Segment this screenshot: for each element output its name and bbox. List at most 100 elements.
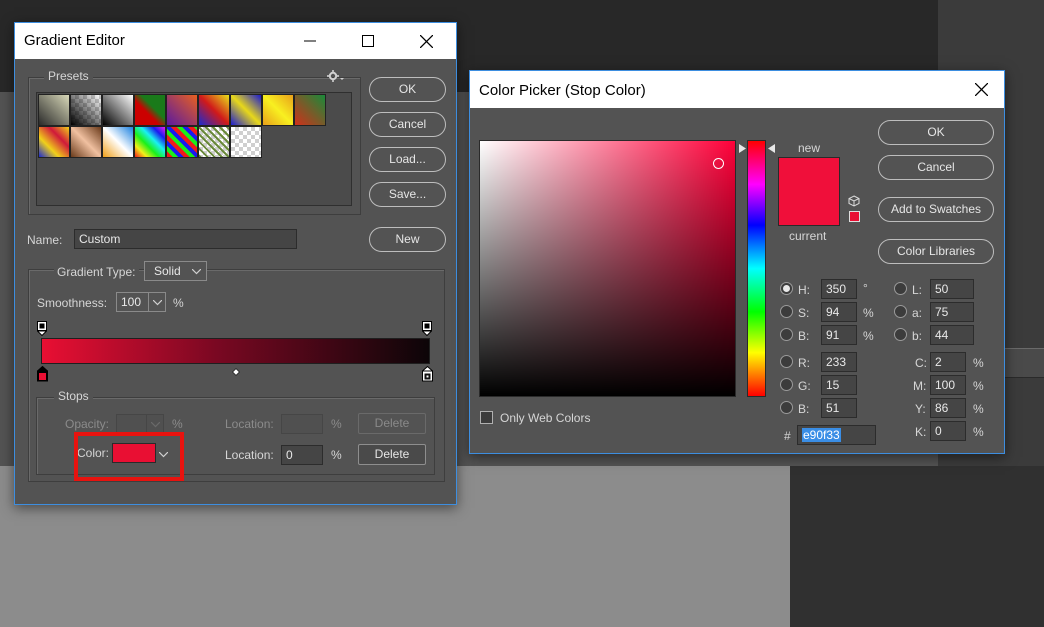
chevron-down-icon xyxy=(192,269,201,275)
magenta-input[interactable]: 100 xyxy=(930,375,966,395)
close-button[interactable] xyxy=(958,71,1004,108)
cancel-button[interactable]: Cancel xyxy=(878,155,994,180)
brightness-radio[interactable] xyxy=(780,328,793,341)
preset-swatch[interactable] xyxy=(166,94,198,126)
minimize-button[interactable] xyxy=(287,23,333,59)
hex-input[interactable]: e90f33 xyxy=(797,425,876,445)
current-color-swatch[interactable] xyxy=(778,191,840,226)
color-stop-marker-icon xyxy=(421,365,434,382)
cyan-label: C: xyxy=(915,356,927,370)
red-input[interactable]: 233 xyxy=(821,352,857,372)
color-field-cursor[interactable] xyxy=(713,158,724,169)
b-channel-radio[interactable] xyxy=(894,328,907,341)
add-to-swatches-button[interactable]: Add to Swatches xyxy=(878,197,994,222)
color-libraries-button[interactable]: Color Libraries xyxy=(878,239,994,264)
gradient-type-select[interactable]: Solid xyxy=(144,261,207,281)
hue-slider-left-arrow-icon[interactable] xyxy=(739,144,746,153)
red-label: R: xyxy=(798,356,810,370)
color-picker-titlebar[interactable]: Color Picker (Stop Color) xyxy=(470,71,1004,108)
saturation-brightness-field[interactable] xyxy=(479,140,736,397)
close-button[interactable] xyxy=(403,23,449,59)
a-channel-label: a: xyxy=(912,306,923,320)
save-button[interactable]: Save... xyxy=(369,182,446,207)
preset-swatch[interactable] xyxy=(198,126,230,158)
cube-icon xyxy=(848,195,860,207)
preset-swatch[interactable] xyxy=(230,94,262,126)
gradient-midpoint-diamond[interactable] xyxy=(231,365,241,377)
current-color-label: current xyxy=(789,229,827,243)
preset-swatch[interactable] xyxy=(70,94,102,126)
preset-swatch[interactable] xyxy=(102,126,134,158)
green-radio[interactable] xyxy=(780,378,793,391)
preset-swatch[interactable] xyxy=(262,94,294,126)
brightness-label: B: xyxy=(798,329,810,343)
yellow-input[interactable]: 86 xyxy=(930,398,966,418)
smoothness-value: 100 xyxy=(121,295,142,309)
a-channel-radio[interactable] xyxy=(894,305,907,318)
highlight-box xyxy=(74,432,184,481)
magenta-unit: % xyxy=(973,379,984,393)
color-stop-right[interactable] xyxy=(421,365,434,382)
opacity-stop-right[interactable] xyxy=(421,321,433,337)
preset-swatch[interactable] xyxy=(38,126,70,158)
ok-button[interactable]: OK xyxy=(369,77,446,102)
only-web-colors-checkbox[interactable] xyxy=(480,411,493,424)
preset-swatch[interactable] xyxy=(134,94,166,126)
gamut-color-swatch[interactable] xyxy=(849,211,860,222)
a-channel-input[interactable]: 75 xyxy=(930,302,974,322)
blue-input[interactable]: 51 xyxy=(821,398,857,418)
b-channel-input[interactable]: 44 xyxy=(930,325,974,345)
saturation-input[interactable]: 94 xyxy=(821,302,857,322)
maximize-button[interactable] xyxy=(345,23,391,59)
load-button[interactable]: Load... xyxy=(369,147,446,172)
color-delete-button[interactable]: Delete xyxy=(358,444,426,465)
hue-input[interactable]: 350 xyxy=(821,279,857,299)
ok-button[interactable]: OK xyxy=(878,120,994,145)
presets-settings-button[interactable] xyxy=(327,69,345,83)
out-of-gamut-warning[interactable] xyxy=(848,195,862,223)
preset-swatch[interactable] xyxy=(70,126,102,158)
hue-slider[interactable] xyxy=(747,140,766,397)
blue-radio[interactable] xyxy=(780,401,793,414)
preset-swatch[interactable] xyxy=(230,126,262,158)
gradient-editor-window: Gradient Editor Presets OK Cancel Load..… xyxy=(14,22,457,505)
name-input[interactable]: Custom xyxy=(74,229,297,249)
smoothness-label: Smoothness: xyxy=(37,296,108,310)
saturation-radio[interactable] xyxy=(780,305,793,318)
color-stop-left[interactable] xyxy=(36,365,49,382)
preset-swatch[interactable] xyxy=(38,94,70,126)
smoothness-input[interactable]: 100 xyxy=(116,292,166,312)
preset-swatch[interactable] xyxy=(166,126,198,158)
hue-slider-right-arrow-icon[interactable] xyxy=(768,144,775,153)
green-input[interactable]: 15 xyxy=(821,375,857,395)
gradient-editor-titlebar[interactable]: Gradient Editor xyxy=(15,23,456,59)
key-input[interactable]: 0 xyxy=(930,421,966,441)
cancel-button[interactable]: Cancel xyxy=(369,112,446,137)
background-bottom-right xyxy=(790,466,1044,627)
lightness-label: L: xyxy=(912,283,923,297)
opacity-stop-marker-icon xyxy=(421,321,433,337)
gear-icon xyxy=(327,70,344,82)
lightness-radio[interactable] xyxy=(894,282,907,295)
cyan-input[interactable]: 2 xyxy=(930,352,966,372)
name-label: Name: xyxy=(27,233,63,247)
gradient-preview-bar[interactable] xyxy=(41,338,430,364)
preset-swatch[interactable] xyxy=(198,94,230,126)
preset-swatch[interactable] xyxy=(294,94,326,126)
opacity-location-input xyxy=(281,414,323,434)
presets-list[interactable] xyxy=(36,92,352,206)
new-button[interactable]: New xyxy=(369,227,446,252)
brightness-input[interactable]: 91 xyxy=(821,325,857,345)
lightness-input[interactable]: 50 xyxy=(930,279,974,299)
b-channel-label: b: xyxy=(912,329,923,343)
maximize-icon xyxy=(362,35,374,47)
hue-radio[interactable] xyxy=(780,282,793,295)
key-label: K: xyxy=(915,425,927,439)
red-radio[interactable] xyxy=(780,355,793,368)
preset-swatch[interactable] xyxy=(134,126,166,158)
opacity-stop-left[interactable] xyxy=(36,321,48,337)
color-location-input[interactable]: 0 xyxy=(281,445,323,465)
preset-swatch[interactable] xyxy=(102,94,134,126)
opacity-input xyxy=(116,414,164,434)
green-label: G: xyxy=(798,379,811,393)
